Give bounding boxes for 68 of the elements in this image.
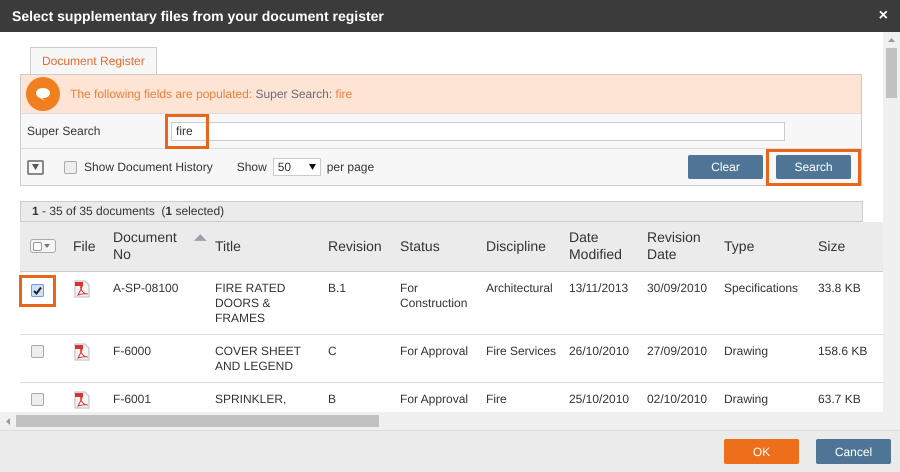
scroll-left-icon[interactable] — [6, 418, 10, 424]
close-button[interactable]: × — [878, 8, 888, 24]
history-checkbox[interactable] — [64, 160, 77, 174]
cancel-button[interactable]: Cancel — [816, 439, 891, 464]
table-cell: Specifications — [724, 280, 798, 294]
checkbox-label: Show Document History — [84, 159, 213, 176]
table-cell: 63.7 KB — [818, 392, 861, 406]
column-header[interactable]: Title — [215, 238, 320, 255]
table-cell: Architectural — [486, 280, 553, 294]
table-cell: 25/10/2010 — [569, 392, 630, 406]
window-title: Select supplementary files from your document register — [12, 6, 384, 26]
dropdown-caret-icon — [308, 164, 316, 170]
column-header[interactable]: File — [73, 238, 105, 255]
table-cell: FIRE RATED DOORS & FRAMES — [215, 280, 286, 324]
table-cell: B — [328, 392, 336, 406]
pdf-file-icon — [74, 390, 90, 408]
table-cell: Fire Services — [486, 344, 556, 358]
super-search-field[interactable]: fire — [171, 122, 785, 140]
column-header[interactable]: Status — [400, 238, 478, 255]
clear-button[interactable]: Clear — [688, 155, 763, 179]
select-all-checkbox[interactable] — [30, 239, 56, 254]
table-cell: C — [328, 344, 337, 358]
table-cell: Drawing — [724, 392, 768, 406]
page-size-select[interactable]: 50 — [272, 158, 321, 176]
table-cell: 30/09/2010 — [647, 280, 708, 294]
pdf-file-icon — [74, 280, 90, 298]
column-header[interactable]: Discipline — [486, 238, 561, 255]
table-cell: SPRINKLER, — [215, 392, 286, 406]
table-cell: F-6001 — [113, 392, 152, 406]
table-cell: Fire — [486, 392, 507, 406]
column-header[interactable]: Type — [724, 238, 810, 255]
per-page-label: per page — [326, 159, 374, 176]
field-label: Super Search — [27, 123, 102, 140]
table-cell: For Approval — [400, 344, 468, 358]
scrollbar-thumb[interactable] — [16, 415, 379, 427]
table-cell: 158.6 KB — [818, 344, 868, 358]
speech-bubble-icon — [26, 77, 60, 111]
table-cell: COVER SHEET AND LEGEND — [215, 344, 301, 372]
table-cell: B.1 — [328, 280, 346, 294]
filter-toggle-icon[interactable] — [27, 160, 44, 174]
table-cell: 02/10/2010 — [647, 392, 708, 406]
table-cell: For Construction — [400, 280, 468, 310]
table-cell: A-SP-08100 — [113, 280, 178, 294]
highlight-frame — [19, 274, 56, 306]
table-cell: 33.8 KB — [818, 280, 861, 294]
sort-ascending-icon — [194, 234, 207, 242]
dropdown-caret-icon — [44, 244, 50, 248]
column-header[interactable]: Revision Date — [647, 229, 716, 264]
row-checkbox[interactable] — [31, 392, 44, 406]
table-cell: 27/09/2010 — [647, 344, 708, 358]
row-checkbox[interactable] — [31, 344, 44, 358]
column-header[interactable]: Revision — [328, 238, 392, 255]
table-cell: For Approval — [400, 392, 468, 406]
scrollbar-thumb[interactable] — [886, 48, 897, 98]
column-header[interactable]: Date Modified — [569, 229, 639, 264]
table-cell: 26/10/2010 — [569, 344, 630, 358]
pdf-file-icon — [74, 342, 90, 360]
show-label: Show — [236, 159, 267, 176]
table-cell: Drawing — [724, 344, 768, 358]
info-message: The following fields are populated: Super Search: fire — [70, 86, 352, 103]
column-header[interactable]: Size — [818, 238, 883, 255]
column-header[interactable]: Document No — [113, 229, 196, 264]
search-button[interactable]: Search — [776, 155, 851, 179]
table-cell: 13/11/2013 — [569, 280, 628, 294]
scroll-up-icon[interactable] — [888, 38, 895, 42]
row-checkbox[interactable] — [31, 284, 44, 296]
result-count: 1 - 35 of 35 documents (1 selected) — [20, 201, 863, 222]
table-cell: F-6000 — [113, 344, 152, 358]
